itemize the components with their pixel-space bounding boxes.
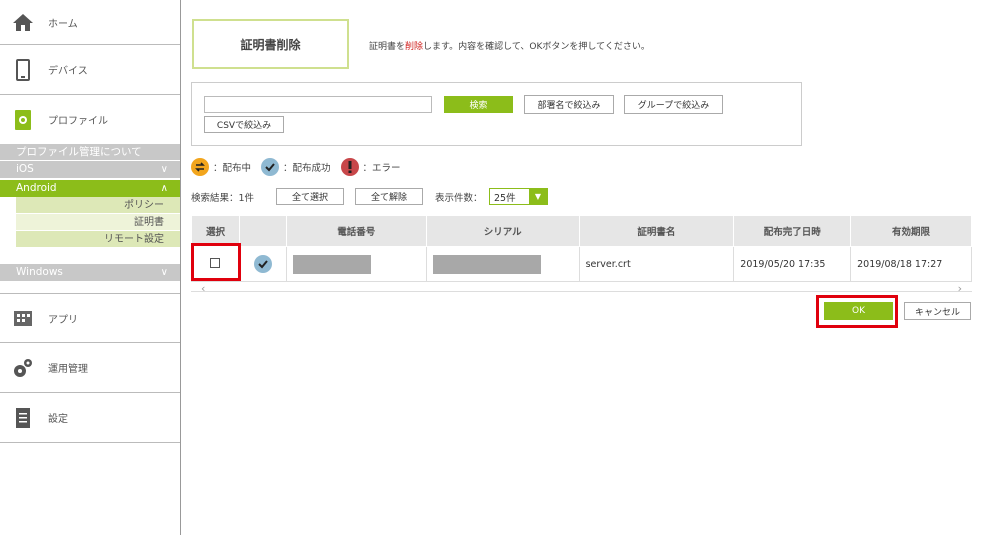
sidebar-item-ios[interactable]: iOS ∨	[0, 161, 180, 178]
profile-icon	[12, 109, 34, 131]
search-input[interactable]	[204, 96, 432, 113]
redacted-serial	[432, 254, 541, 274]
nav-settings-label: 設定	[48, 414, 68, 425]
filter-group-button[interactable]: グループで絞込み	[624, 95, 723, 114]
apps-icon	[12, 307, 34, 329]
sidebar-item-certificate[interactable]: 証明書	[16, 214, 180, 231]
desc-delete-word: 削除	[405, 42, 424, 52]
windows-label: Windows	[16, 266, 63, 278]
page-description: 証明書を削除します。内容を確認して、OKボタンを押してください。	[369, 39, 650, 52]
sidebar-item-profile-about[interactable]: プロファイル管理について	[0, 144, 180, 161]
table-row: server.crt 2019/05/20 17:35 2019/08/18 1…	[191, 246, 972, 282]
filter-dept-button[interactable]: 部署名で絞込み	[524, 95, 614, 114]
certificate-table: 選択 電話番号 シリアル 証明書名 配布完了日時 有効期限 server.crt…	[191, 215, 972, 282]
search-button[interactable]: 検索	[444, 96, 513, 113]
nav-device[interactable]: デバイス	[0, 45, 180, 95]
display-count-select[interactable]: 25件 ▼	[489, 188, 548, 205]
gears-icon	[12, 357, 34, 379]
document-icon	[12, 407, 34, 429]
table-header-row: 選択 電話番号 シリアル 証明書名 配布完了日時 有効期限	[191, 215, 972, 247]
sidebar-item-android[interactable]: Android ∧	[0, 180, 180, 197]
display-count-value: 25件	[494, 192, 516, 204]
home-icon	[12, 11, 34, 33]
select-all-button[interactable]: 全て選択	[276, 188, 344, 205]
sidebar-item-policy[interactable]: ポリシー	[16, 197, 180, 214]
col-select: 選択	[191, 215, 240, 247]
horizontal-scrollbar[interactable]: ‹ ›	[191, 282, 972, 295]
sidebar: ホーム デバイス プロファイル プロファイル管理について iOS ∨ Andro…	[0, 0, 181, 535]
dropdown-arrow-icon: ▼	[529, 189, 547, 204]
success-check-icon	[253, 255, 272, 273]
chevron-down-icon: ∨	[160, 267, 168, 278]
display-count-label: 表示件数：	[435, 193, 483, 204]
col-phone: 電話番号	[285, 215, 427, 247]
redacted-phone	[292, 254, 371, 274]
desc-post: します。内容を確認して、OKボタンを押してください。	[423, 42, 650, 52]
col-cert-name: 証明書名	[578, 215, 735, 247]
ios-label: iOS	[16, 163, 34, 175]
status-legend: ：配布中 ：配布成功 ：エラー	[191, 158, 411, 176]
col-status	[238, 215, 287, 247]
scroll-left-icon[interactable]: ‹	[201, 282, 205, 295]
sidebar-item-windows[interactable]: Windows ∨	[0, 264, 180, 281]
page-title: 証明書削除	[192, 19, 349, 69]
highlight-ok-box	[816, 295, 898, 328]
deselect-all-button[interactable]: 全て解除	[355, 188, 423, 205]
nav-profile[interactable]: プロファイル	[0, 95, 180, 144]
search-panel: 検索 部署名で絞込み グループで絞込み CSVで絞込み	[191, 82, 802, 146]
highlight-checkbox-box	[191, 243, 241, 281]
exclamation-icon	[340, 158, 359, 176]
row-expiry: 2019/08/18 17:27	[850, 246, 972, 282]
legend-success-label: ：配布成功	[283, 163, 331, 174]
chevron-down-icon: ∨	[160, 164, 168, 175]
smartphone-icon	[12, 58, 34, 81]
nav-device-label: デバイス	[48, 66, 88, 77]
scroll-right-icon[interactable]: ›	[958, 282, 962, 295]
legend-error: ：エラー	[340, 158, 401, 176]
col-completed: 配布完了日時	[733, 215, 852, 247]
result-count: 検索結果：1件	[191, 193, 255, 204]
legend-success: ：配布成功	[261, 158, 331, 176]
nav-home-label: ホーム	[48, 18, 78, 30]
legend-distributing: ：配布中	[191, 158, 251, 176]
sidebar-item-remote-settings[interactable]: リモート設定	[16, 231, 180, 248]
col-expiry: 有効期限	[850, 215, 972, 247]
nav-apps[interactable]: アプリ	[0, 293, 180, 343]
nav-profile-label: プロファイル	[48, 116, 108, 127]
nav-operations[interactable]: 運用管理	[0, 343, 180, 393]
cancel-button[interactable]: キャンセル	[904, 302, 971, 320]
row-status-cell	[238, 246, 287, 282]
android-label: Android	[16, 182, 57, 194]
filter-csv-button[interactable]: CSVで絞込み	[204, 116, 284, 133]
desc-pre: 証明書を	[369, 42, 406, 52]
row-serial-cell	[425, 246, 580, 282]
checkmark-icon	[261, 158, 280, 176]
nav-home[interactable]: ホーム	[0, 0, 180, 45]
row-cert-name: server.crt	[578, 246, 735, 282]
main-content: 証明書削除 証明書を削除します。内容を確認して、OKボタンを押してください。 検…	[191, 0, 997, 535]
row-completed: 2019/05/20 17:35	[733, 246, 852, 282]
row-phone-cell	[285, 246, 427, 282]
nav-apps-label: アプリ	[48, 314, 78, 326]
legend-error-label: ：エラー	[362, 163, 401, 174]
chevron-up-icon: ∧	[160, 183, 168, 194]
col-serial: シリアル	[425, 215, 580, 247]
nav-operations-label: 運用管理	[48, 364, 88, 375]
legend-distributing-label: ：配布中	[213, 163, 252, 174]
nav-settings[interactable]: 設定	[0, 393, 180, 443]
sync-arrows-icon	[191, 158, 209, 176]
